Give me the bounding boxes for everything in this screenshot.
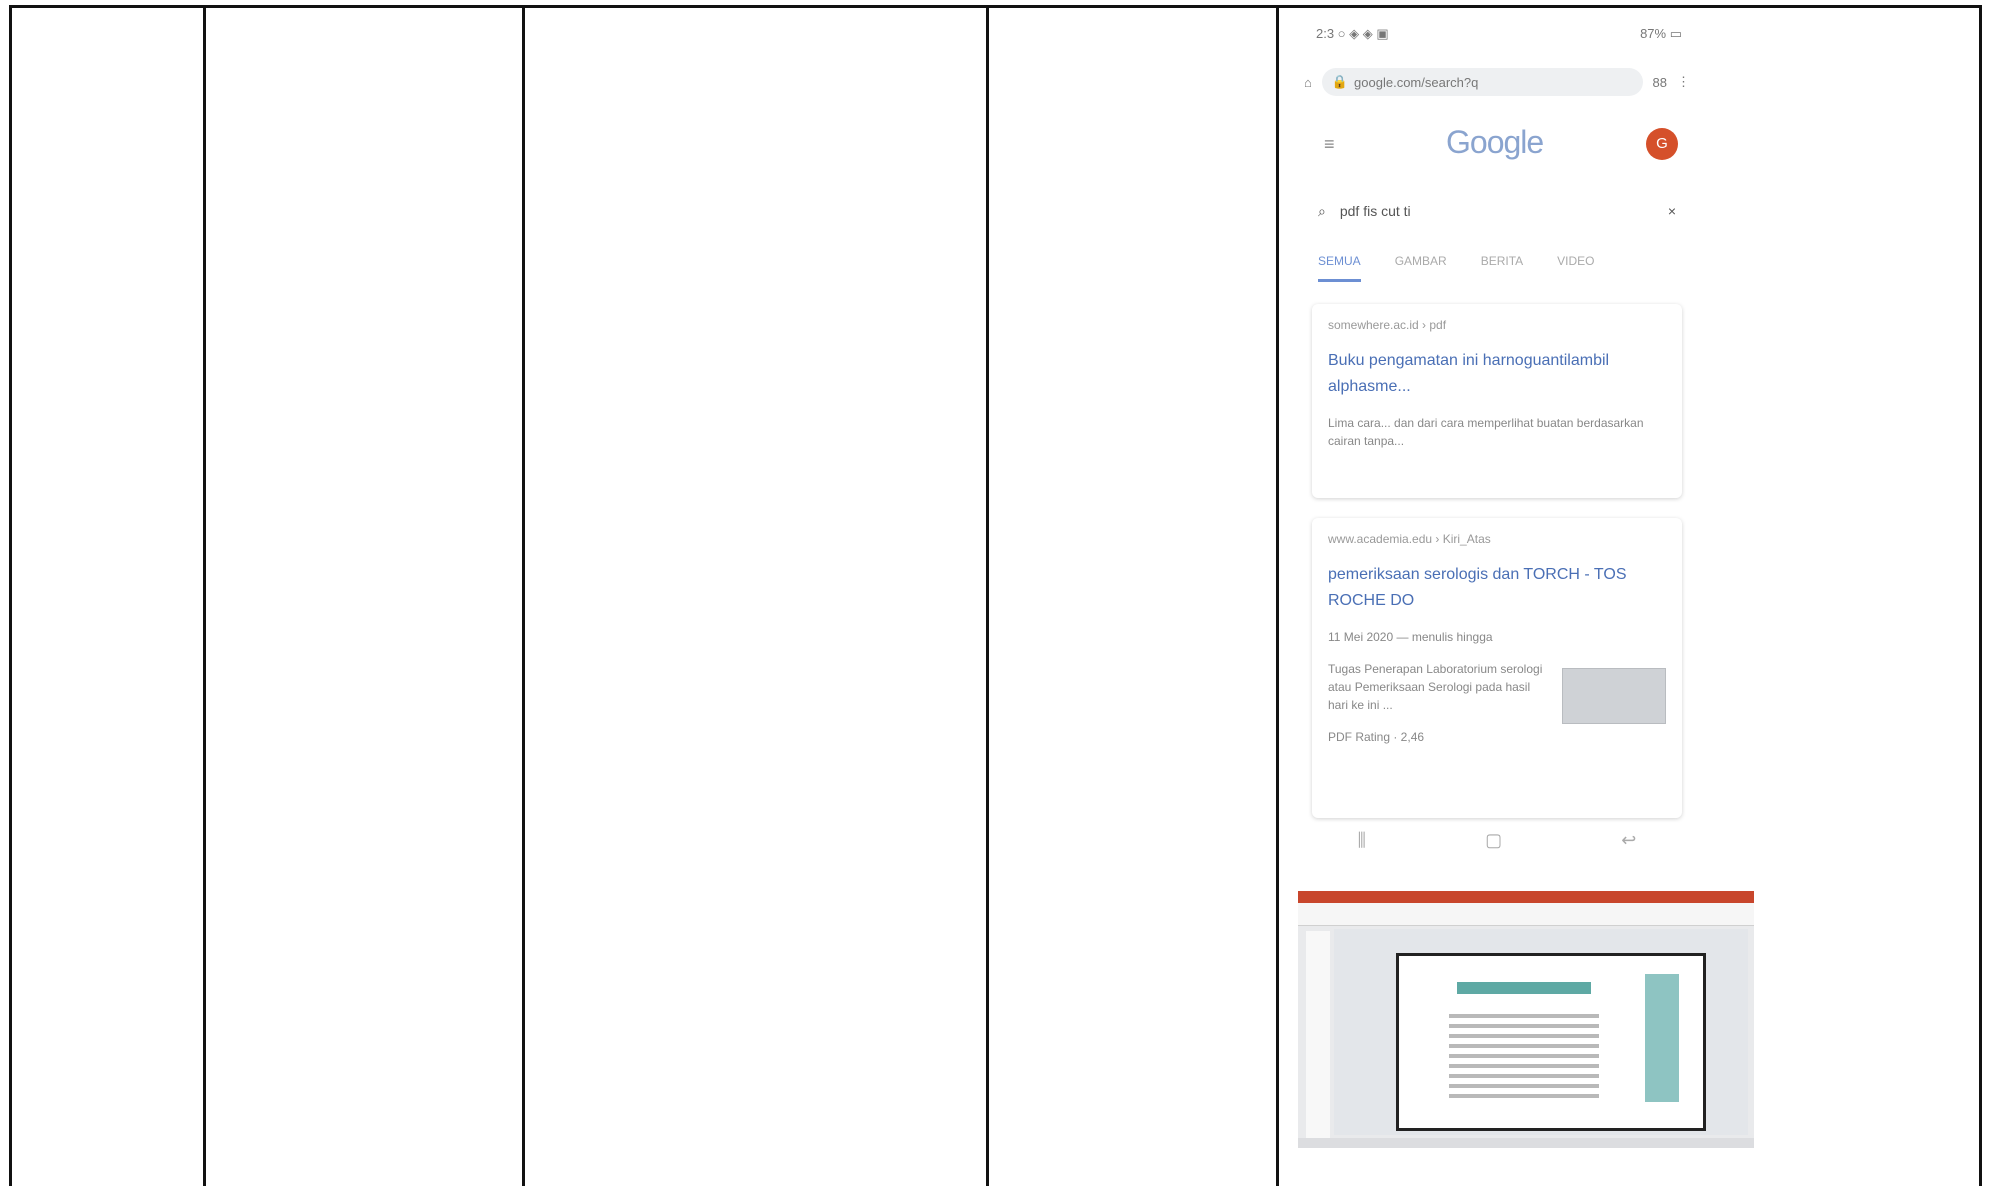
address-field[interactable]: 🔒 google.com/search?q bbox=[1321, 68, 1643, 96]
result-site: www.academia.edu › Kiri_Atas bbox=[1328, 532, 1491, 546]
result-title[interactable]: pemeriksaan serologis dan TORCH - TOS RO… bbox=[1328, 562, 1666, 614]
table-column-divider-4 bbox=[1276, 5, 1279, 1186]
result-thumbnail[interactable] bbox=[1562, 668, 1666, 724]
result-meta: 11 Mei 2020 — menulis hingga bbox=[1328, 630, 1493, 644]
address-text: google.com/search?q bbox=[1354, 74, 1479, 90]
search-query-text: pdf fis cut ti bbox=[1339, 203, 1411, 219]
tab-all[interactable]: SEMUA bbox=[1318, 254, 1361, 282]
slide-side-panel bbox=[1645, 974, 1679, 1102]
table-top-border bbox=[9, 5, 1982, 8]
table-column-divider-3 bbox=[986, 5, 989, 1186]
search-icon: ⌕ bbox=[1318, 202, 1326, 219]
browser-url-bar: ⌂ 🔒 google.com/search?q 88 ⋮ bbox=[1304, 64, 1690, 100]
table-column-divider-2 bbox=[522, 5, 525, 1186]
search-result-card[interactable]: somewhere.ac.id › pdf Buku pengamatan in… bbox=[1312, 304, 1682, 498]
more-options-icon[interactable]: ⋮ bbox=[1677, 74, 1690, 90]
android-nav-bar: ⫼ ▢ ↩ bbox=[1298, 816, 1696, 864]
powerpoint-screenshot bbox=[1298, 891, 1754, 1148]
table-left-border bbox=[9, 5, 12, 1186]
search-result-card[interactable]: www.academia.edu › Kiri_Atas pemeriksaan… bbox=[1312, 518, 1682, 818]
tab-count-badge[interactable]: 88 bbox=[1653, 75, 1667, 90]
table-column-divider-1 bbox=[203, 5, 206, 1186]
hamburger-menu-icon[interactable]: ≡ bbox=[1324, 134, 1335, 155]
google-header: ≡ Google G bbox=[1298, 118, 1696, 168]
slide-heading-bar bbox=[1457, 982, 1591, 994]
table-right-border bbox=[1979, 5, 1982, 1186]
ppt-ribbon bbox=[1298, 903, 1754, 926]
result-snippet: Lima cara... dan dari cara memperlihat b… bbox=[1328, 416, 1644, 448]
back-icon[interactable]: ↩ bbox=[1621, 830, 1636, 851]
slide-body-text bbox=[1449, 1014, 1599, 1104]
result-title[interactable]: Buku pengamatan ini harnoguantilambil al… bbox=[1328, 348, 1666, 400]
ppt-status-bar bbox=[1298, 1138, 1754, 1148]
phone-screenshot: 2:3 ○ ◈ ◈ ▣ 87% ▭ ⌂ 🔒 google.com/search?… bbox=[1298, 18, 1696, 864]
tab-images[interactable]: GAMBAR bbox=[1395, 254, 1447, 282]
tab-news[interactable]: BERITA bbox=[1481, 254, 1523, 282]
google-logo: Google bbox=[1446, 124, 1544, 160]
close-icon[interactable]: × bbox=[1668, 203, 1676, 219]
result-snippet: Tugas Penerapan Laboratorium serologi at… bbox=[1328, 662, 1543, 712]
search-bar[interactable]: ⌕ pdf fis cut ti × bbox=[1318, 196, 1676, 226]
status-left-text: 2:3 ○ ◈ ◈ ▣ bbox=[1316, 26, 1389, 41]
home-icon[interactable]: ⌂ bbox=[1304, 75, 1312, 90]
search-tabs: SEMUA GAMBAR BERITA VIDEO bbox=[1318, 254, 1696, 282]
recent-apps-icon[interactable]: ⫼ bbox=[1358, 830, 1366, 851]
ppt-title-bar bbox=[1298, 891, 1754, 903]
ppt-slide-thumbnails bbox=[1306, 931, 1330, 1139]
result-footer: PDF Rating · 2,46 bbox=[1328, 730, 1425, 744]
tab-videos[interactable]: VIDEO bbox=[1557, 254, 1594, 282]
result-site: somewhere.ac.id › pdf bbox=[1328, 318, 1447, 332]
home-button-icon[interactable]: ▢ bbox=[1485, 830, 1502, 851]
avatar[interactable]: G bbox=[1646, 128, 1678, 160]
ppt-slide bbox=[1396, 953, 1706, 1131]
lock-icon: 🔒 bbox=[1331, 74, 1349, 89]
status-right-text: 87% ▭ bbox=[1640, 26, 1682, 41]
phone-status-bar: 2:3 ○ ◈ ◈ ▣ 87% ▭ bbox=[1316, 26, 1682, 46]
